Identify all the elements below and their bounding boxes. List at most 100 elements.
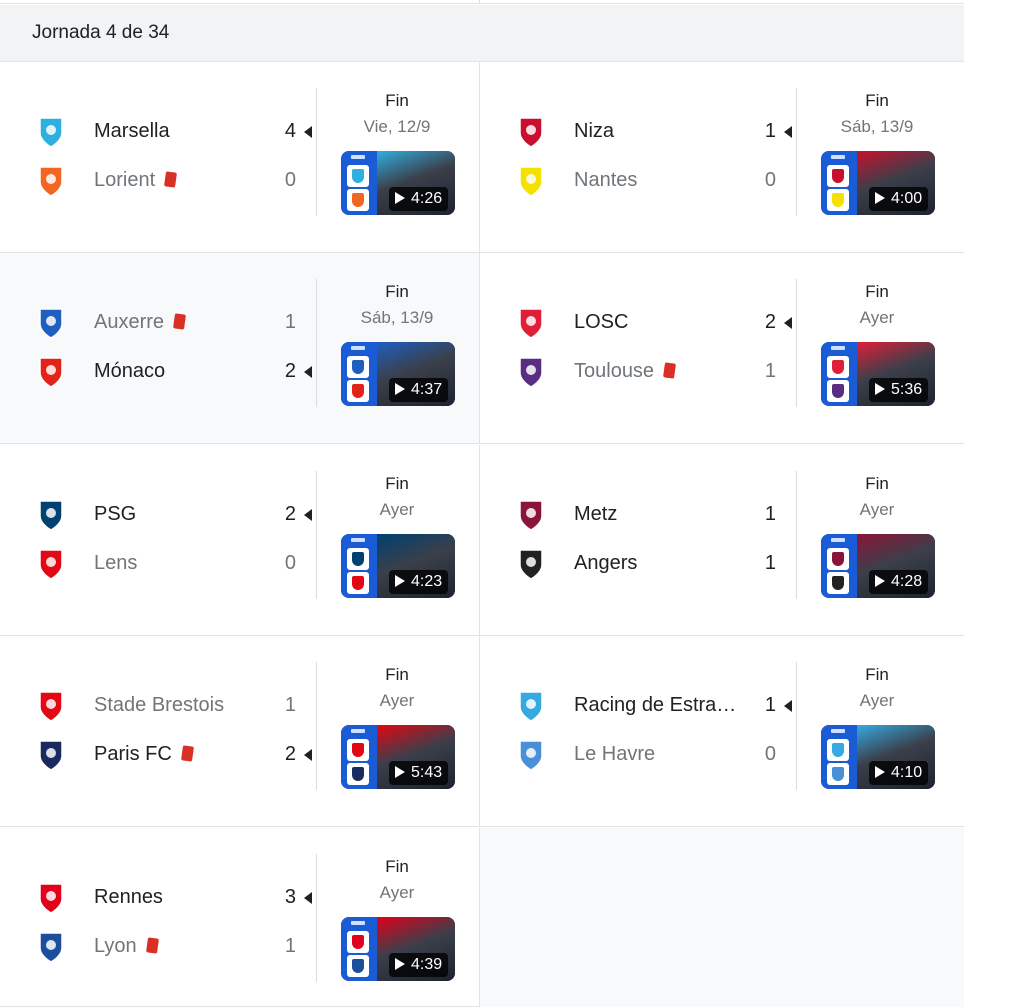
highlight-video-thumbnail[interactable]: 4:10 — [821, 725, 935, 789]
winner-arrow-icon — [304, 126, 312, 138]
team-name-away[interactable]: Mónaco — [94, 360, 165, 383]
match-card[interactable]: Rennes 3 Lyon 1 Fin Ayer 4:39 — [0, 828, 480, 1007]
home-mini-crest-icon — [827, 548, 849, 570]
nice-crest-shape — [519, 117, 543, 148]
team-name-home[interactable]: Auxerre — [94, 311, 187, 334]
match-card[interactable]: Stade Brestois 1 Paris FC 2 Fin Ayer 5:43 — [0, 636, 480, 827]
video-duration: 4:00 — [869, 187, 929, 211]
away-mini-crest-icon — [347, 763, 369, 785]
team-name-away[interactable]: Paris FC — [94, 743, 194, 766]
home-mini-crest-icon — [347, 548, 369, 570]
team-name-home[interactable]: Metz — [574, 503, 617, 526]
home-mini-crest-shape — [832, 552, 844, 566]
highlight-video-thumbnail[interactable]: 4:00 — [821, 151, 935, 215]
round-header: Jornada 4 de 34 — [0, 5, 964, 62]
match-card[interactable]: LOSC 2 Toulouse 1 Fin Ayer 5:36 — [480, 253, 964, 444]
score-home: 3 — [284, 886, 296, 908]
away-mini-crest-shape — [352, 193, 364, 207]
highlight-video-thumbnail[interactable]: 4:37 — [341, 342, 455, 406]
highlight-video-thumbnail[interactable]: 5:43 — [341, 725, 455, 789]
match-card[interactable]: Niza 1 Nantes 0 Fin Sáb, 13/9 4:00 — [480, 62, 964, 253]
column-divider — [796, 471, 797, 599]
team-name-home[interactable]: PSG — [94, 503, 136, 526]
brest-crest-icon — [36, 689, 66, 723]
score-away: 1 — [764, 552, 776, 574]
match-status: Fin — [385, 91, 409, 110]
highlight-video-thumbnail[interactable]: 4:39 — [341, 917, 455, 981]
team-name-home[interactable]: Rennes — [94, 886, 163, 909]
losc-crest-icon — [516, 306, 546, 340]
strasbourg-crest-shape — [519, 691, 543, 722]
team-name-label: Toulouse — [574, 360, 655, 382]
team-name-home[interactable]: LOSC — [574, 311, 628, 334]
highlight-video-thumbnail[interactable]: 4:23 — [341, 534, 455, 598]
away-mini-crest-shape — [352, 959, 364, 973]
team-name-away[interactable]: Lorient — [94, 169, 178, 192]
play-icon — [395, 766, 405, 778]
team-name-home[interactable]: Marsella — [94, 120, 170, 143]
video-duration: 5:43 — [389, 761, 449, 785]
red-card-icon — [173, 313, 187, 330]
home-mini-crest-icon — [827, 356, 849, 378]
score-away: 0 — [764, 743, 776, 765]
red-card-icon — [145, 937, 159, 954]
team-name-away[interactable]: Nantes — [574, 169, 637, 192]
match-date: Ayer — [859, 308, 895, 327]
highlight-video-thumbnail[interactable]: 5:36 — [821, 342, 935, 406]
team-name-label: Paris FC — [94, 743, 172, 765]
duration-label: 4:23 — [411, 573, 443, 590]
score-home: 1 — [284, 311, 296, 333]
away-mini-crest-icon — [827, 572, 849, 594]
team-name-label: Lyon — [94, 935, 137, 957]
home-mini-crest-shape — [352, 169, 364, 183]
round-label: Jornada 4 de 34 — [32, 22, 170, 43]
away-mini-crest-shape — [352, 767, 364, 781]
match-card[interactable]: Auxerre 1 Mónaco 2 Fin Sáb, 13/9 4:37 — [0, 253, 480, 444]
losc-crest-shape — [519, 308, 543, 339]
video-duration: 4:10 — [869, 761, 929, 785]
video-duration: 4:23 — [389, 570, 449, 594]
angers-crest-shape — [519, 549, 543, 580]
match-card[interactable]: Marsella 4 Lorient 0 Fin Vie, 12/9 4:26 — [0, 62, 480, 253]
highlight-video-thumbnail[interactable]: 4:26 — [341, 151, 455, 215]
winner-arrow-icon — [304, 366, 312, 378]
team-name-away[interactable]: Le Havre — [574, 743, 655, 766]
league-logo-icon — [831, 729, 845, 733]
red-card-icon — [164, 171, 178, 188]
away-mini-crest-shape — [832, 767, 844, 781]
home-mini-crest-shape — [352, 935, 364, 949]
match-status: Fin — [385, 665, 409, 684]
team-name-label: Metz — [574, 503, 618, 525]
team-name-label: Le Havre — [574, 743, 656, 765]
brest-crest-shape — [39, 691, 63, 722]
lyon-crest-icon — [36, 930, 66, 964]
match-card[interactable]: Racing de Estra… 1 Le Havre 0 Fin Ayer 4:10 — [480, 636, 964, 827]
team-name-label: Nantes — [574, 169, 638, 191]
team-name-label: Auxerre — [94, 311, 165, 333]
team-name-away[interactable]: Angers — [574, 552, 637, 575]
winner-arrow-icon — [784, 317, 792, 329]
winner-arrow-icon — [304, 892, 312, 904]
match-card[interactable]: Metz 1 Angers 1 Fin Ayer 4:28 — [480, 445, 964, 636]
winner-arrow-icon — [304, 509, 312, 521]
away-mini-crest-shape — [352, 576, 364, 590]
match-card[interactable]: PSG 2 Lens 0 Fin Ayer 4:23 — [0, 445, 480, 636]
home-mini-crest-icon — [347, 356, 369, 378]
score-home: 2 — [764, 311, 776, 333]
team-name-home[interactable]: Racing de Estra… — [574, 694, 736, 717]
match-date: Ayer — [859, 691, 895, 710]
team-name-label: Rennes — [94, 886, 163, 908]
marseille-crest-icon — [36, 115, 66, 149]
home-mini-crest-shape — [832, 743, 844, 757]
highlight-video-thumbnail[interactable]: 4:28 — [821, 534, 935, 598]
metz-crest-shape — [519, 500, 543, 531]
team-name-away[interactable]: Lens — [94, 552, 137, 575]
score-home: 2 — [284, 503, 296, 525]
team-name-home[interactable]: Niza — [574, 120, 614, 143]
score-away: 1 — [764, 360, 776, 382]
away-mini-crest-icon — [347, 189, 369, 211]
team-name-away[interactable]: Toulouse — [574, 360, 677, 383]
league-logo-icon — [831, 155, 845, 159]
team-name-away[interactable]: Lyon — [94, 935, 159, 958]
team-name-home[interactable]: Stade Brestois — [94, 694, 224, 717]
